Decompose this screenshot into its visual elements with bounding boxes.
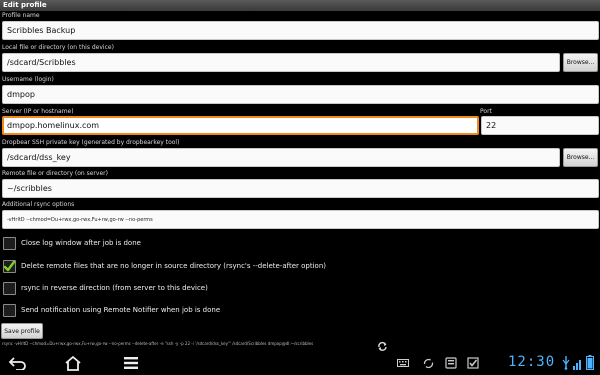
ssh-key-browse-button[interactable]: Browse... — [563, 148, 598, 167]
battery-icon — [586, 355, 594, 370]
remote-path-label: Remote file or directory (on server) — [2, 170, 108, 177]
sync-icon — [423, 358, 434, 369]
reverse-checkbox-label: rsync in reverse direction (from server … — [21, 284, 208, 292]
signal-icon — [573, 360, 581, 370]
notification-icon — [445, 357, 457, 369]
back-icon — [8, 357, 26, 370]
back-button[interactable] — [5, 351, 31, 375]
delete-after-checkbox-label: Delete remote files that are no longer i… — [21, 262, 326, 270]
server-field[interactable]: dmpop.homelinux.com — [2, 116, 479, 135]
reverse-checkbox-row[interactable]: rsync in reverse direction (from server … — [0, 279, 208, 297]
usb-icon — [562, 356, 570, 370]
checkbox-notification-icon — [467, 357, 479, 369]
close-log-checkbox-row[interactable]: Close log window after job is done — [0, 234, 141, 252]
recent-apps-button[interactable] — [118, 351, 144, 375]
delete-after-checkbox-row[interactable]: Delete remote files that are no longer i… — [0, 257, 326, 275]
local-path-label: Local file or directory (on this device) — [2, 44, 114, 51]
notify-checkbox[interactable] — [3, 303, 16, 317]
system-bar: 12:30 — [0, 351, 600, 375]
port-label: Port — [480, 108, 492, 115]
profile-name-field[interactable]: Scribbles Backup — [2, 21, 599, 40]
close-log-checkbox-label: Close log window after job is done — [21, 239, 141, 247]
ssh-key-label: Dropbear SSH private key (generated by d… — [2, 139, 180, 146]
keyboard-icon[interactable] — [397, 359, 409, 367]
notify-checkbox-row[interactable]: Send notification using Remote Notifier … — [0, 301, 220, 319]
server-label: Server (IP or hostname) — [2, 108, 74, 115]
ssh-key-field[interactable]: /sdcard/dss_key — [2, 148, 560, 167]
notify-checkbox-label: Send notification using Remote Notifier … — [21, 306, 221, 314]
local-path-field[interactable]: /sdcard/Scribbles — [2, 53, 560, 72]
reverse-checkbox[interactable] — [3, 281, 16, 295]
delete-after-checkbox[interactable] — [3, 259, 16, 273]
window-title: Edit profile — [0, 0, 600, 11]
port-field[interactable]: 22 — [481, 116, 599, 135]
checkmark-icon — [3, 260, 16, 271]
username-label: Username (login) — [2, 76, 54, 83]
remote-path-field[interactable]: ~/scribbles — [2, 179, 599, 198]
rsync-options-label: Additional rsync options — [2, 201, 75, 208]
save-profile-button[interactable]: Save profile — [1, 323, 43, 339]
username-field[interactable]: dmpop — [2, 85, 599, 104]
rsync-options-field[interactable]: -vHrltD --chmod=Du+rwx,go-rwx,Fu+rw,go-r… — [2, 210, 599, 229]
home-icon — [65, 355, 81, 371]
clock[interactable]: 12:30 — [508, 354, 555, 370]
profile-name-label: Profile name — [2, 12, 40, 19]
command-preview: rsync -vHrltD --chmod=Du+rwx,go-rwx,Fu+r… — [2, 341, 314, 346]
close-log-checkbox[interactable] — [3, 236, 16, 250]
home-button[interactable] — [60, 351, 86, 375]
local-browse-button[interactable]: Browse... — [563, 53, 598, 72]
recent-apps-icon — [124, 357, 138, 369]
